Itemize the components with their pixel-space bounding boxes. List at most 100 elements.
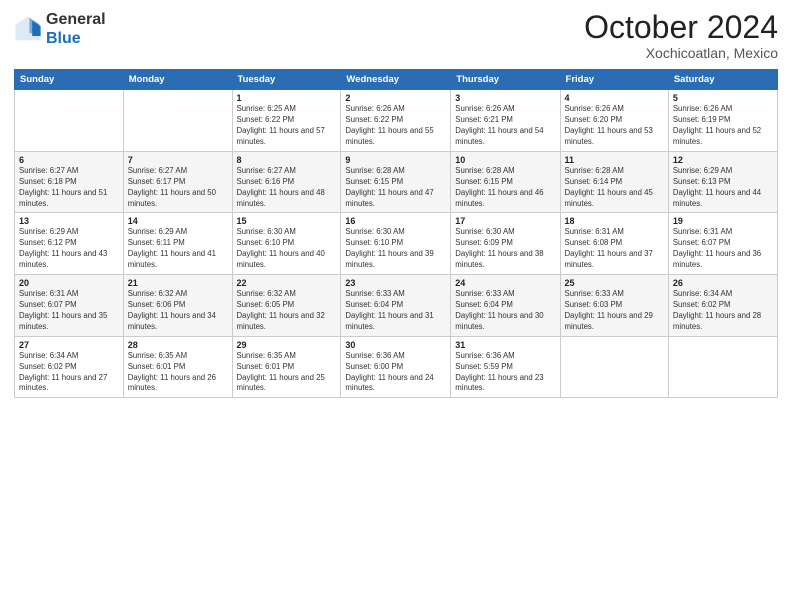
day-number: 17 (455, 216, 555, 226)
col-monday: Monday (123, 70, 232, 90)
calendar-cell-w2-d4: 9Sunrise: 6:28 AMSunset: 6:15 PMDaylight… (341, 151, 451, 213)
day-number: 7 (128, 155, 228, 165)
day-number: 2 (345, 93, 446, 103)
day-info: Sunrise: 6:33 AMSunset: 6:04 PMDaylight:… (455, 289, 555, 333)
day-info: Sunrise: 6:26 AMSunset: 6:19 PMDaylight:… (673, 104, 773, 148)
day-number: 12 (673, 155, 773, 165)
calendar-cell-w3-d6: 18Sunrise: 6:31 AMSunset: 6:08 PMDayligh… (560, 213, 668, 275)
day-number: 16 (345, 216, 446, 226)
day-number: 19 (673, 216, 773, 226)
day-info: Sunrise: 6:30 AMSunset: 6:10 PMDaylight:… (345, 227, 446, 271)
day-number: 21 (128, 278, 228, 288)
day-info: Sunrise: 6:35 AMSunset: 6:01 PMDaylight:… (237, 351, 337, 395)
day-info: Sunrise: 6:33 AMSunset: 6:03 PMDaylight:… (565, 289, 664, 333)
day-info: Sunrise: 6:32 AMSunset: 6:05 PMDaylight:… (237, 289, 337, 333)
day-number: 9 (345, 155, 446, 165)
day-info: Sunrise: 6:28 AMSunset: 6:15 PMDaylight:… (455, 166, 555, 210)
day-info: Sunrise: 6:36 AMSunset: 5:59 PMDaylight:… (455, 351, 555, 395)
day-info: Sunrise: 6:35 AMSunset: 6:01 PMDaylight:… (128, 351, 228, 395)
day-number: 27 (19, 340, 119, 350)
week-row-2: 6Sunrise: 6:27 AMSunset: 6:18 PMDaylight… (15, 151, 778, 213)
day-number: 28 (128, 340, 228, 350)
day-info: Sunrise: 6:27 AMSunset: 6:17 PMDaylight:… (128, 166, 228, 210)
calendar-cell-w2-d2: 7Sunrise: 6:27 AMSunset: 6:17 PMDaylight… (123, 151, 232, 213)
calendar-cell-w3-d2: 14Sunrise: 6:29 AMSunset: 6:11 PMDayligh… (123, 213, 232, 275)
location-title: Xochicoatlan, Mexico (584, 45, 778, 61)
col-thursday: Thursday (451, 70, 560, 90)
calendar-cell-w4-d5: 24Sunrise: 6:33 AMSunset: 6:04 PMDayligh… (451, 275, 560, 337)
day-info: Sunrise: 6:32 AMSunset: 6:06 PMDaylight:… (128, 289, 228, 333)
logo: General Blue (14, 10, 106, 48)
calendar-cell-w5-d7 (668, 336, 777, 398)
calendar-cell-w1-d5: 3Sunrise: 6:26 AMSunset: 6:21 PMDaylight… (451, 90, 560, 152)
week-row-1: 1Sunrise: 6:25 AMSunset: 6:22 PMDaylight… (15, 90, 778, 152)
calendar-table: Sunday Monday Tuesday Wednesday Thursday… (14, 69, 778, 398)
day-info: Sunrise: 6:34 AMSunset: 6:02 PMDaylight:… (19, 351, 119, 395)
day-number: 31 (455, 340, 555, 350)
day-number: 25 (565, 278, 664, 288)
day-info: Sunrise: 6:28 AMSunset: 6:15 PMDaylight:… (345, 166, 446, 210)
col-sunday: Sunday (15, 70, 124, 90)
logo-icon (14, 15, 42, 43)
col-saturday: Saturday (668, 70, 777, 90)
week-row-5: 27Sunrise: 6:34 AMSunset: 6:02 PMDayligh… (15, 336, 778, 398)
day-number: 22 (237, 278, 337, 288)
day-number: 14 (128, 216, 228, 226)
calendar-cell-w3-d1: 13Sunrise: 6:29 AMSunset: 6:12 PMDayligh… (15, 213, 124, 275)
calendar-cell-w5-d3: 29Sunrise: 6:35 AMSunset: 6:01 PMDayligh… (232, 336, 341, 398)
calendar-cell-w5-d5: 31Sunrise: 6:36 AMSunset: 5:59 PMDayligh… (451, 336, 560, 398)
day-number: 4 (565, 93, 664, 103)
logo-text: General Blue (46, 10, 106, 48)
day-info: Sunrise: 6:31 AMSunset: 6:07 PMDaylight:… (673, 227, 773, 271)
title-block: October 2024 Xochicoatlan, Mexico (584, 10, 778, 61)
day-info: Sunrise: 6:26 AMSunset: 6:22 PMDaylight:… (345, 104, 446, 148)
calendar-cell-w1-d3: 1Sunrise: 6:25 AMSunset: 6:22 PMDaylight… (232, 90, 341, 152)
calendar-cell-w4-d4: 23Sunrise: 6:33 AMSunset: 6:04 PMDayligh… (341, 275, 451, 337)
calendar-cell-w2-d5: 10Sunrise: 6:28 AMSunset: 6:15 PMDayligh… (451, 151, 560, 213)
day-info: Sunrise: 6:29 AMSunset: 6:12 PMDaylight:… (19, 227, 119, 271)
day-info: Sunrise: 6:25 AMSunset: 6:22 PMDaylight:… (237, 104, 337, 148)
day-number: 15 (237, 216, 337, 226)
day-number: 10 (455, 155, 555, 165)
calendar-cell-w4-d2: 21Sunrise: 6:32 AMSunset: 6:06 PMDayligh… (123, 275, 232, 337)
day-info: Sunrise: 6:33 AMSunset: 6:04 PMDaylight:… (345, 289, 446, 333)
col-tuesday: Tuesday (232, 70, 341, 90)
calendar-cell-w1-d4: 2Sunrise: 6:26 AMSunset: 6:22 PMDaylight… (341, 90, 451, 152)
calendar-cell-w3-d3: 15Sunrise: 6:30 AMSunset: 6:10 PMDayligh… (232, 213, 341, 275)
logo-general: General (46, 10, 106, 29)
day-info: Sunrise: 6:27 AMSunset: 6:16 PMDaylight:… (237, 166, 337, 210)
day-number: 1 (237, 93, 337, 103)
day-info: Sunrise: 6:34 AMSunset: 6:02 PMDaylight:… (673, 289, 773, 333)
day-number: 23 (345, 278, 446, 288)
week-row-4: 20Sunrise: 6:31 AMSunset: 6:07 PMDayligh… (15, 275, 778, 337)
calendar-cell-w5-d6 (560, 336, 668, 398)
day-info: Sunrise: 6:30 AMSunset: 6:09 PMDaylight:… (455, 227, 555, 271)
day-number: 6 (19, 155, 119, 165)
calendar-cell-w1-d6: 4Sunrise: 6:26 AMSunset: 6:20 PMDaylight… (560, 90, 668, 152)
day-info: Sunrise: 6:29 AMSunset: 6:11 PMDaylight:… (128, 227, 228, 271)
day-number: 20 (19, 278, 119, 288)
calendar-cell-w2-d6: 11Sunrise: 6:28 AMSunset: 6:14 PMDayligh… (560, 151, 668, 213)
calendar-cell-w5-d4: 30Sunrise: 6:36 AMSunset: 6:00 PMDayligh… (341, 336, 451, 398)
calendar-cell-w2-d7: 12Sunrise: 6:29 AMSunset: 6:13 PMDayligh… (668, 151, 777, 213)
calendar-cell-w5-d2: 28Sunrise: 6:35 AMSunset: 6:01 PMDayligh… (123, 336, 232, 398)
calendar-cell-w1-d7: 5Sunrise: 6:26 AMSunset: 6:19 PMDaylight… (668, 90, 777, 152)
month-title: October 2024 (584, 10, 778, 45)
calendar-cell-w2-d3: 8Sunrise: 6:27 AMSunset: 6:16 PMDaylight… (232, 151, 341, 213)
calendar-cell-w2-d1: 6Sunrise: 6:27 AMSunset: 6:18 PMDaylight… (15, 151, 124, 213)
logo-blue: Blue (46, 29, 106, 48)
day-number: 29 (237, 340, 337, 350)
day-number: 18 (565, 216, 664, 226)
calendar-cell-w3-d7: 19Sunrise: 6:31 AMSunset: 6:07 PMDayligh… (668, 213, 777, 275)
calendar-cell-w4-d3: 22Sunrise: 6:32 AMSunset: 6:05 PMDayligh… (232, 275, 341, 337)
col-friday: Friday (560, 70, 668, 90)
calendar-cell-w3-d4: 16Sunrise: 6:30 AMSunset: 6:10 PMDayligh… (341, 213, 451, 275)
day-number: 8 (237, 155, 337, 165)
day-number: 30 (345, 340, 446, 350)
day-info: Sunrise: 6:30 AMSunset: 6:10 PMDaylight:… (237, 227, 337, 271)
day-info: Sunrise: 6:36 AMSunset: 6:00 PMDaylight:… (345, 351, 446, 395)
day-info: Sunrise: 6:27 AMSunset: 6:18 PMDaylight:… (19, 166, 119, 210)
calendar-cell-w1-d1 (15, 90, 124, 152)
calendar-cell-w1-d2 (123, 90, 232, 152)
day-info: Sunrise: 6:26 AMSunset: 6:21 PMDaylight:… (455, 104, 555, 148)
